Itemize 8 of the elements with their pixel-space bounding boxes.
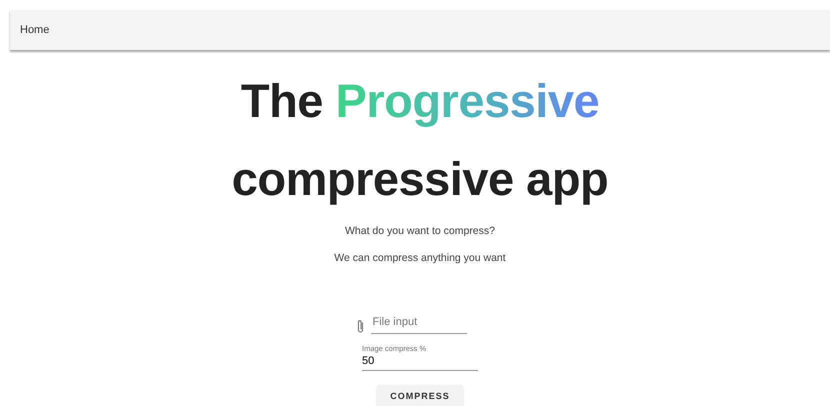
hero-title: The Progressive compressive app bbox=[232, 73, 608, 207]
file-input-field[interactable]: File input bbox=[370, 314, 466, 334]
compress-button[interactable]: COMPRESS bbox=[377, 385, 463, 406]
paperclip-icon bbox=[356, 319, 364, 334]
home-link[interactable]: Home bbox=[20, 24, 50, 36]
intro-text: We can compress anything you want bbox=[334, 251, 506, 266]
image-compress-field[interactable]: 50 bbox=[362, 353, 478, 371]
intro-text: What do you want to compress? bbox=[345, 224, 495, 239]
